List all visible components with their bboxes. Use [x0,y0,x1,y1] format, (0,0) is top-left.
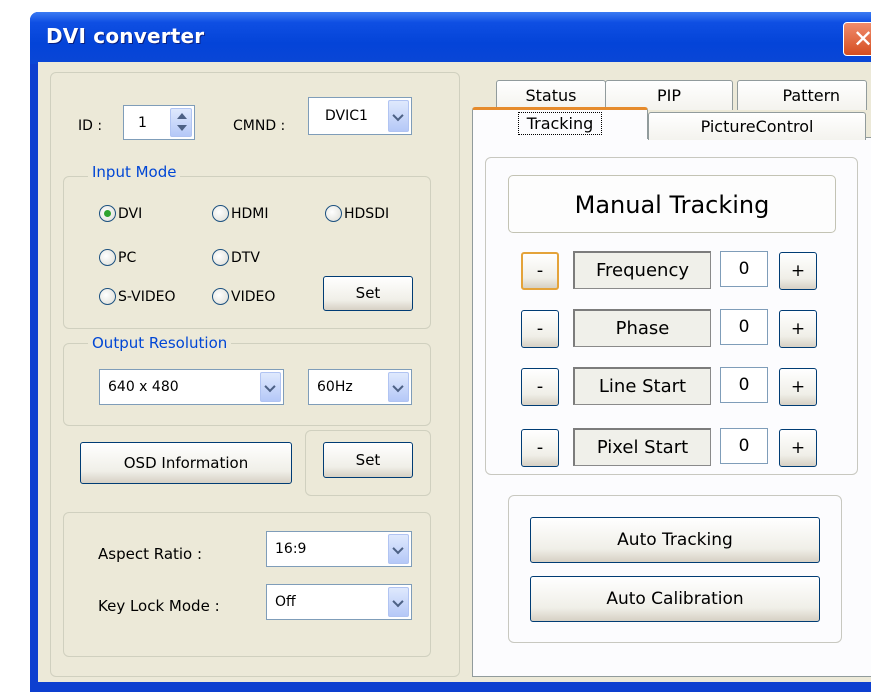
auto-tracking-button[interactable]: Auto Tracking [530,517,820,563]
window-title: DVI converter [46,24,205,48]
tab-picturecontrol[interactable]: PictureControl [648,112,866,140]
cmnd-label: CMND : [233,118,286,134]
spin-buttons[interactable] [170,108,192,137]
tab-tracking-label: Tracking [517,112,603,135]
radio-pc-label[interactable]: PC [118,250,136,266]
frequency-value[interactable]: 0 [720,251,768,287]
radio-hdsdi-label[interactable]: HDSDI [344,206,389,222]
line-start-plus-button[interactable]: + [779,368,817,406]
spin-down-icon[interactable] [177,125,187,131]
radio-s-video[interactable] [99,288,116,305]
radio-video-label[interactable]: VIDEO [231,289,275,305]
tab-pip[interactable]: PIP [605,80,733,110]
phase-value[interactable]: 0 [720,309,768,345]
chevron-down-icon[interactable] [260,372,281,402]
auto-calibration-button[interactable]: Auto Calibration [530,576,820,622]
input-mode-title: Input Mode [88,163,181,181]
line-start-value[interactable]: 0 [720,367,768,403]
spin-up-icon[interactable] [177,113,187,119]
osd-set-button[interactable]: Set [323,442,413,478]
chevron-down-icon[interactable] [388,372,409,402]
radio-hdmi[interactable] [212,205,229,222]
phase-label: Phase [573,309,711,347]
input-mode-set-button[interactable]: Set [323,276,413,311]
id-spinner[interactable]: 1 [123,105,195,140]
pixel-start-value[interactable]: 0 [720,428,768,464]
aspect-ratio-label: Aspect Ratio : [98,545,203,563]
chevron-down-icon[interactable] [388,534,409,564]
osd-information-button[interactable]: OSD Information [80,442,292,484]
frequency-minus-button[interactable]: - [521,252,559,290]
aspect-ratio-value: 16:9 [275,541,307,557]
phase-plus-button[interactable]: + [779,310,817,348]
refresh-value: 60Hz [317,379,353,395]
aspect-ratio-select[interactable]: 16:9 [266,531,412,567]
chevron-down-icon[interactable] [388,587,409,617]
id-label: ID : [78,118,103,134]
output-resolution-title: Output Resolution [88,334,232,352]
tab-tracking[interactable]: Tracking [472,107,648,139]
frequency-plus-button[interactable]: + [779,252,817,290]
resolution-select[interactable]: 640 x 480 [99,369,284,405]
resolution-value: 640 x 480 [108,379,179,395]
close-icon: ✕ [852,25,871,53]
manual-tracking-header: Manual Tracking [508,175,836,233]
radio-video[interactable] [212,288,229,305]
pixel-start-plus-button[interactable]: + [779,429,817,467]
radio-hdmi-label[interactable]: HDMI [231,206,269,222]
radio-s-video-label[interactable]: S-VIDEO [118,289,175,305]
phase-minus-button[interactable]: - [521,310,559,348]
line-start-minus-button[interactable]: - [521,368,559,406]
frequency-label: Frequency [573,251,711,289]
tab-status[interactable]: Status [496,80,606,110]
radio-dvi[interactable] [99,205,116,222]
key-lock-label: Key Lock Mode : [98,597,220,615]
refresh-select[interactable]: 60Hz [308,369,412,405]
radio-pc[interactable] [99,249,116,266]
pixel-start-minus-button[interactable]: - [521,429,559,467]
key-lock-select[interactable]: Off [266,584,412,620]
radio-hdsdi[interactable] [325,205,342,222]
radio-dvi-label[interactable]: DVI [118,206,142,222]
radio-dtv[interactable] [212,249,229,266]
tab-pattern[interactable]: Pattern [737,80,867,110]
id-value: 1 [138,114,147,131]
close-button[interactable]: ✕ [843,22,871,56]
line-start-label: Line Start [573,367,711,405]
cmnd-select[interactable]: DVIC1 [308,97,412,135]
chevron-down-icon[interactable] [388,100,409,132]
pixel-start-label: Pixel Start [573,428,711,466]
cmnd-value: DVIC1 [325,108,368,124]
key-lock-value: Off [275,594,296,610]
radio-dtv-label[interactable]: DTV [231,250,260,266]
